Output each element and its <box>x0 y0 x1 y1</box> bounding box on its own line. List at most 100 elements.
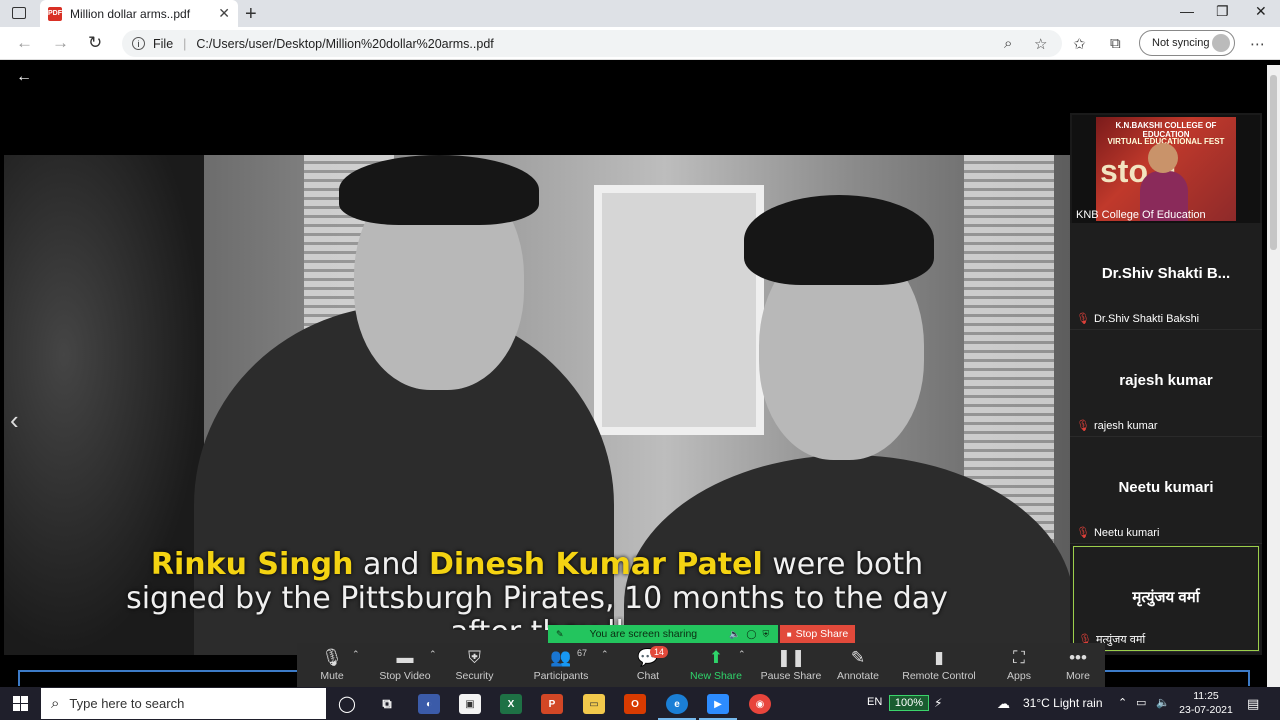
participant-big-name: मृत्युंजय वर्मा <box>1132 589 1200 606</box>
participant-label: 🎙 Dr.Shiv Shakti Bakshi <box>1076 312 1200 326</box>
stop-video-button[interactable]: ▬ Stop Video <box>375 643 435 688</box>
network-icon[interactable]: ▭ <box>1136 696 1146 709</box>
tab-actions-icon[interactable] <box>12 7 26 19</box>
zoom-app-icon[interactable]: ▶ <box>707 694 729 714</box>
url-input[interactable]: i File | C:/Users/user/Desktop/Million%2… <box>122 30 1062 57</box>
windows-taskbar: ⌕ Type here to search ◯ ⧉ ◐ ▣ X P ▭ O e … <box>0 687 1280 720</box>
browser-tab-bar: PDF Million dollar arms..pdf ✕ + — ❐ ✕ <box>0 0 1280 27</box>
caption-text: were both <box>762 547 924 582</box>
volume-icon[interactable]: 🔈 <box>1156 696 1170 709</box>
shield-icon[interactable]: ⛨ <box>762 629 769 640</box>
remote-control-button[interactable]: ▮ Remote Control <box>899 643 979 688</box>
share-screen-icon: ⬆ <box>708 648 724 667</box>
refresh-icon[interactable]: ↻ <box>88 33 102 53</box>
edge-icon[interactable]: e <box>666 694 688 714</box>
close-window-icon[interactable]: ✕ <box>1255 3 1267 20</box>
stop-share-label: Stop Share <box>795 628 849 640</box>
zoom-icon[interactable]: ⌕ <box>1004 35 1012 52</box>
new-share-button[interactable]: ⬆ New Share <box>689 643 743 688</box>
video-tile-name: KNB College Of Education <box>1076 209 1206 221</box>
tab-title: Million dollar arms..pdf <box>70 6 191 21</box>
shield-icon: ⛨ <box>468 648 481 667</box>
vertical-scrollbar[interactable] <box>1267 65 1280 687</box>
store-icon[interactable]: ▣ <box>459 694 481 714</box>
tab-pdf[interactable]: PDF Million dollar arms..pdf ✕ <box>40 0 238 27</box>
muted-mic-icon: 🎙 <box>1076 420 1090 432</box>
address-bar-row: ← → ↻ i File | C:/Users/user/Desktop/Mil… <box>0 27 1280 60</box>
maximize-icon[interactable]: ❐ <box>1216 3 1229 20</box>
task-view-icon[interactable]: ⧉ <box>376 694 398 714</box>
excel-icon[interactable]: X <box>500 694 522 714</box>
stop-share-button[interactable]: ■ Stop Share <box>780 625 855 643</box>
search-icon: ⌕ <box>51 695 60 712</box>
mute-button[interactable]: 🎙 Mute <box>307 643 357 688</box>
previous-page-icon[interactable]: ‹ <box>10 405 19 436</box>
caption-line-2: signed by the Pittsburgh Pirates, 10 mon… <box>126 581 948 616</box>
screen-sharing-banner[interactable]: ✎ You are screen sharing 🔈 ◯ ⛨ <box>548 625 778 643</box>
more-icon: ••• <box>1069 648 1087 667</box>
mute-options-icon[interactable]: ⌃ <box>352 649 360 660</box>
sync-label: Not syncing <box>1152 37 1210 49</box>
video-options-icon[interactable]: ⌃ <box>429 649 437 660</box>
video-person-face <box>1148 143 1178 173</box>
collections-icon[interactable]: ⧉ <box>1110 35 1121 52</box>
more-button[interactable]: ••• More <box>1061 643 1095 688</box>
taskbar-clock[interactable]: 11:25 23-07-2021 <box>1176 689 1236 717</box>
url-separator: | <box>183 36 187 51</box>
participant-big-name: rajesh kumar <box>1119 372 1213 389</box>
chrome-icon[interactable]: ◉ <box>749 694 771 714</box>
microphone-icon: 🎙 <box>321 648 343 667</box>
participant-tile[interactable]: rajesh kumar 🎙 rajesh kumar <box>1070 330 1262 437</box>
info-icon[interactable]: i <box>132 37 145 50</box>
pencil-icon: ✎ <box>850 648 866 667</box>
close-tab-icon[interactable]: ✕ <box>218 5 230 22</box>
windows-start-icon[interactable] <box>13 696 28 711</box>
tray-expand-icon[interactable]: ⌃ <box>1118 696 1127 709</box>
file-explorer-icon[interactable]: ▭ <box>583 694 605 714</box>
participant-tile[interactable]: Neetu kumari 🎙 Neetu kumari <box>1070 437 1262 544</box>
stop-icon: ■ <box>786 629 792 639</box>
cortana-icon[interactable]: ◯ <box>336 694 358 714</box>
caption-text: and <box>353 547 429 582</box>
taskbar-search-input[interactable]: ⌕ Type here to search <box>41 688 326 719</box>
pdf-icon: PDF <box>48 6 62 21</box>
add-favorite-icon[interactable]: ☆ <box>1034 35 1047 53</box>
participant-big-name: Dr.Shiv Shakti B... <box>1101 265 1231 282</box>
pause-icon: ❚❚ <box>776 648 806 667</box>
caption-line-3: after they ll <box>4 616 1070 630</box>
slide-caption: Rinku Singh and Dinesh Kumar Patel were … <box>4 547 1070 631</box>
apps-button[interactable]: ⛶ Apps <box>1002 643 1036 688</box>
powerpoint-icon[interactable]: P <box>541 694 563 714</box>
weather-label[interactable]: 31°C Light rain <box>1023 696 1103 710</box>
pause-icon[interactable]: ◯ <box>746 629 756 640</box>
notifications-icon[interactable]: ▤ <box>1247 696 1259 712</box>
scrollbar-thumb[interactable] <box>1270 75 1277 250</box>
url-scheme: File <box>153 36 174 51</box>
participant-video: K.N.BAKSHI COLLEGE OF EDUCATION VIRTUAL … <box>1096 117 1236 221</box>
participants-options-icon[interactable]: ⌃ <box>601 649 609 660</box>
new-tab-icon[interactable]: + <box>245 3 257 26</box>
office-icon[interactable]: O <box>624 694 646 714</box>
back-icon[interactable]: ← <box>16 33 33 53</box>
muted-mic-icon: 🎙 <box>1076 313 1090 325</box>
participant-tile-active[interactable]: मृत्युंजय वर्मा 🎙 मृत्युंजय वर्मा <box>1072 545 1260 652</box>
share-drag-icon[interactable]: ✎ <box>556 629 564 640</box>
annotate-button[interactable]: ✎ Annotate <box>834 643 882 688</box>
forward-icon[interactable]: → <box>52 33 69 53</box>
security-button[interactable]: ⛨ Security <box>447 643 502 688</box>
share-options-icon[interactable]: ⌃ <box>738 649 746 660</box>
pause-share-button[interactable]: ❚❚ Pause Share <box>759 643 823 688</box>
audio-icon[interactable]: 🔈 <box>729 629 740 640</box>
language-indicator[interactable]: EN <box>867 696 882 708</box>
chat-badge: 14 <box>650 646 669 658</box>
video-tile[interactable]: K.N.BAKSHI COLLEGE OF EDUCATION VIRTUAL … <box>1072 115 1260 223</box>
pdf-back-icon[interactable]: ← <box>16 68 32 86</box>
profile-sync-button[interactable]: Not syncing <box>1139 30 1235 56</box>
more-menu-icon[interactable]: ⋯ <box>1250 35 1265 53</box>
apps-icon: ⛶ <box>1013 648 1025 667</box>
app-icon[interactable]: ◐ <box>418 694 440 714</box>
favorites-icon[interactable]: ✩ <box>1073 35 1086 53</box>
minimize-icon[interactable]: — <box>1180 3 1194 19</box>
participant-tile[interactable]: Dr.Shiv Shakti B... 🎙 Dr.Shiv Shakti Baks… <box>1070 223 1262 330</box>
battery-indicator[interactable]: 100% <box>889 695 929 711</box>
